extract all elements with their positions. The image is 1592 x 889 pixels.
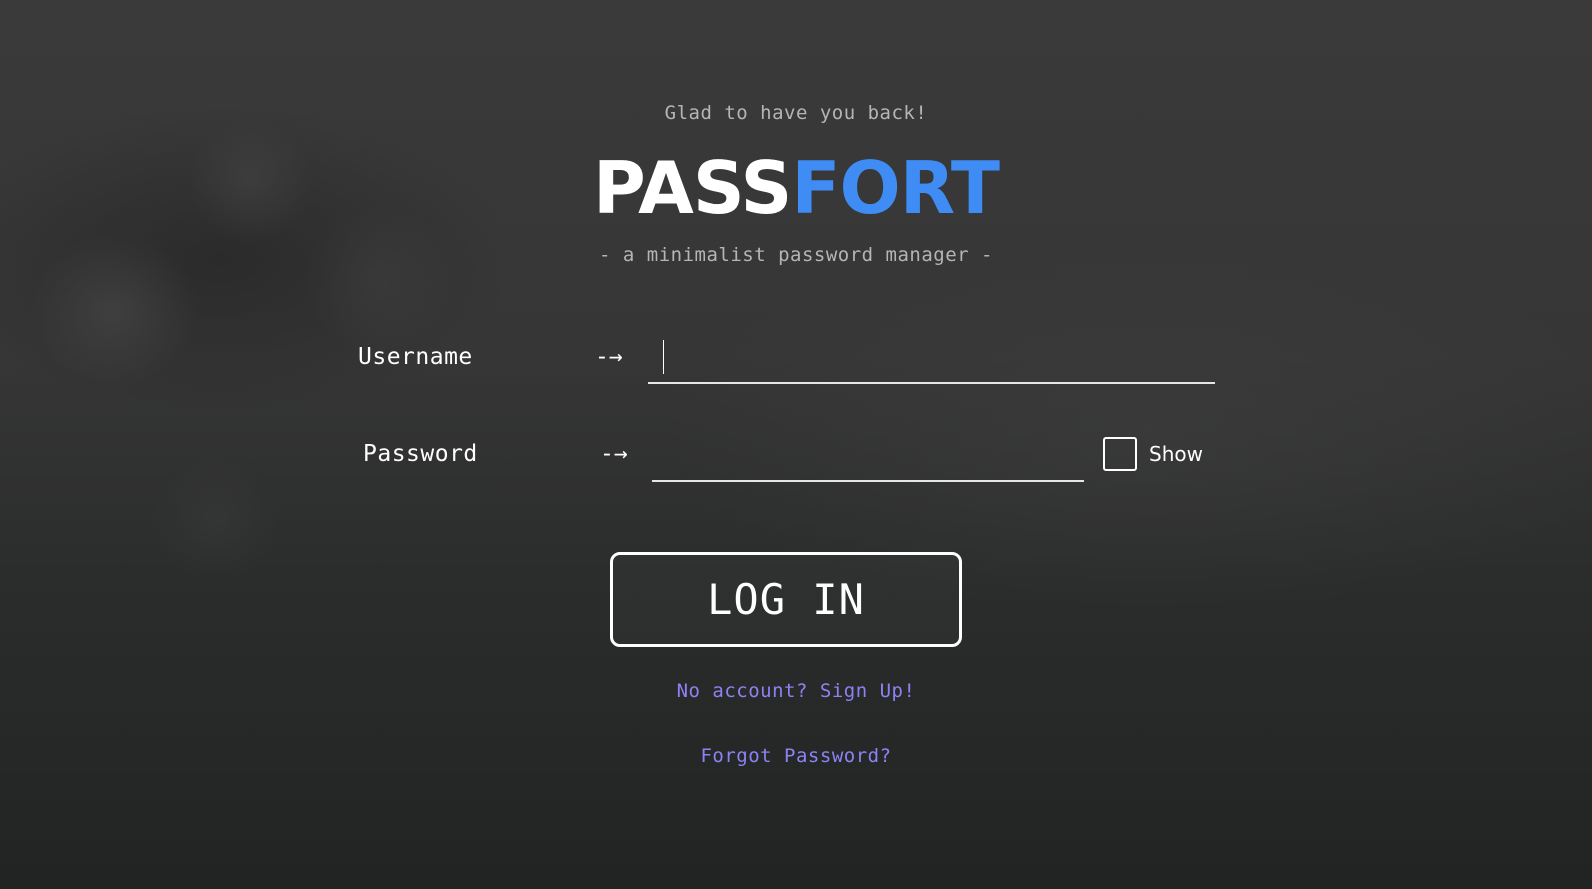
- forgot-link-row: Forgot Password?: [0, 745, 1592, 767]
- tagline: Glad to have you back!: [664, 102, 928, 124]
- show-password-label[interactable]: Show: [1149, 442, 1203, 466]
- password-input[interactable]: [652, 434, 1084, 482]
- login-button[interactable]: LOG IN: [610, 552, 962, 647]
- password-label: Password: [363, 441, 478, 467]
- logo-fort: FORT: [791, 146, 1000, 230]
- show-password-checkbox[interactable]: [1103, 437, 1137, 471]
- logo-pass: PASS: [592, 146, 792, 230]
- username-arrow-icon: -→: [595, 344, 623, 370]
- forgot-password-link[interactable]: Forgot Password?: [700, 745, 891, 767]
- username-input[interactable]: [648, 336, 1215, 384]
- app-logo: PASSFORT: [0, 144, 1592, 232]
- subtitle: - a minimalist password manager -: [599, 244, 993, 266]
- signup-link-row: No account? Sign Up!: [0, 680, 1592, 702]
- username-label: Username: [358, 344, 473, 370]
- password-arrow-icon: -→: [600, 441, 628, 467]
- text-caret: [663, 340, 664, 374]
- signup-link[interactable]: No account? Sign Up!: [677, 680, 916, 702]
